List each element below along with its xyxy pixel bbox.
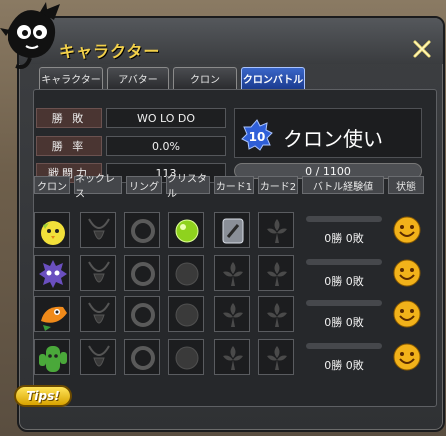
ring-slot-empty-icon[interactable]: [124, 296, 160, 332]
crystal-slot-empty-icon[interactable]: [168, 255, 204, 291]
clone-name: クロン使い: [283, 127, 383, 151]
status-smile-icon[interactable]: [393, 343, 421, 371]
card-slot-empty-icon[interactable]: [258, 296, 294, 332]
window-title: キャラクター: [59, 42, 161, 61]
tips-button[interactable]: Tips!: [14, 385, 72, 407]
status-smile-icon[interactable]: [393, 216, 421, 244]
necklace-slot-empty-icon[interactable]: [80, 255, 116, 291]
clone-slot-yellow-chick-icon[interactable]: [34, 212, 70, 248]
battle-exp-bar: [306, 216, 382, 222]
battle-exp-bar: [306, 259, 382, 265]
ring-slot-empty-icon[interactable]: [124, 339, 160, 375]
column-header-battle-exp: バトル経験値: [302, 176, 384, 194]
card-slot-empty-icon[interactable]: [258, 255, 294, 291]
card-slot-empty-icon[interactable]: [258, 212, 294, 248]
battle-exp-bar: [306, 300, 382, 306]
win-loss-text: 0勝 0敗: [324, 275, 364, 288]
column-header-card2: カード2: [258, 176, 298, 194]
win-loss-text: 0勝 0敗: [324, 316, 364, 329]
level-number: 10: [249, 130, 266, 144]
necklace-slot-empty-icon[interactable]: [80, 339, 116, 375]
column-header-status: 状態: [388, 176, 424, 194]
necklace-slot-empty-icon[interactable]: [80, 296, 116, 332]
clone-slot-purple-spiky-icon[interactable]: [34, 255, 70, 291]
silver-card-icon[interactable]: [214, 212, 250, 248]
status-smile-icon[interactable]: [393, 259, 421, 287]
tab-clone-battle[interactable]: クロンバトル: [241, 67, 305, 89]
clone-slot-orange-bird-icon[interactable]: [34, 296, 70, 332]
win-loss-text: 0勝 0敗: [324, 359, 364, 372]
necklace-slot-empty-icon[interactable]: [80, 212, 116, 248]
card-slot-empty-icon[interactable]: [214, 296, 250, 332]
battle-exp-bar: [306, 343, 382, 349]
status-smile-icon[interactable]: [393, 300, 421, 328]
level-badge-icon: 10: [241, 119, 273, 151]
battle-exp-record: 0勝 0敗: [302, 212, 386, 248]
battle-exp-record: 0勝 0敗: [302, 255, 386, 291]
column-header-card1: カード1: [214, 176, 254, 194]
close-icon[interactable]: [411, 38, 433, 60]
battle-exp-record: 0勝 0敗: [302, 296, 386, 332]
column-header-ring: リング: [126, 176, 162, 194]
tab-avatar[interactable]: アバター: [107, 67, 169, 89]
ring-slot-empty-icon[interactable]: [124, 212, 160, 248]
battle-exp-record: 0勝 0敗: [302, 339, 386, 375]
green-crystal-icon[interactable]: [168, 212, 204, 248]
stat-value-record: WO LO DO: [106, 108, 226, 128]
win-loss-text: 0勝 0敗: [324, 232, 364, 245]
column-header-clone: クロン: [34, 176, 70, 194]
card-slot-empty-icon[interactable]: [214, 255, 250, 291]
mascot-icon: [0, 0, 70, 72]
crystal-slot-empty-icon[interactable]: [168, 296, 204, 332]
card-slot-empty-icon[interactable]: [258, 339, 294, 375]
crystal-slot-empty-icon[interactable]: [168, 339, 204, 375]
stat-label-record: 勝 敗: [36, 108, 102, 128]
clone-info-box: 10 クロン使い: [234, 108, 422, 158]
stat-label-winrate: 勝 率: [36, 136, 102, 156]
card-slot-empty-icon[interactable]: [214, 339, 250, 375]
column-header-crystal: クリスタル: [166, 174, 210, 200]
ring-slot-empty-icon[interactable]: [124, 255, 160, 291]
stat-value-winrate: 0.0%: [106, 136, 226, 156]
tab-clone[interactable]: クロン: [173, 67, 237, 89]
clone-slot-green-cactus-icon[interactable]: [34, 339, 70, 375]
column-header-necklace: ネックレス: [74, 174, 122, 200]
